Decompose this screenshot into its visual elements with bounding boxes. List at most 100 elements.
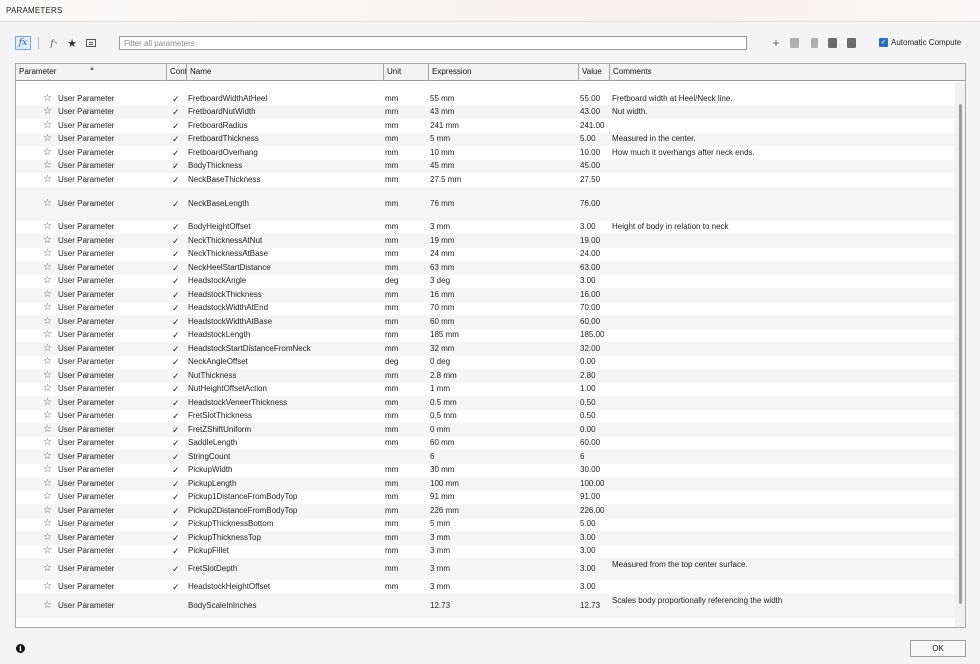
parameter-name-cell[interactable]: HeadstockLength (188, 330, 250, 339)
favorite-star-icon[interactable]: ☆ (43, 451, 52, 462)
table-row[interactable]: ☆ User Parameter ✓ HeadstockThickness mm 16 m… (16, 288, 955, 302)
parameter-name-cell[interactable]: BodyThickness (188, 161, 242, 170)
table-row[interactable]: ☆ User Parameter ✓ Pickup2DistanceFromBodyT… (16, 504, 955, 518)
column-header-parameter[interactable]: Parameter ▲ (16, 64, 167, 81)
favorite-star-icon[interactable]: ☆ (43, 581, 52, 592)
table-row[interactable]: ☆ User Parameter ✓ PickupFillet mm 3 mm 3.00 (16, 545, 955, 559)
table-row[interactable]: ☆ User Parameter ✓ FretSlotDepth mm 3 mm 3.00 M… (16, 558, 955, 580)
expression-cell[interactable]: 0.5 mm (430, 398, 457, 407)
favorite-star-icon[interactable]: ☆ (43, 275, 52, 286)
parameter-name-cell[interactable]: HeadstockStartDistanceFromNeck (188, 344, 311, 353)
parameter-name-cell[interactable]: PickupFillet (188, 546, 229, 555)
table-row[interactable]: ☆ User Parameter ✓ FretboardThickness mm 5 mm… (16, 132, 955, 146)
favorite-star-icon[interactable]: ☆ (43, 133, 52, 144)
table-row[interactable]: ☆ User Parameter ✓ HeadstockVeneerThickness… (16, 396, 955, 410)
parameter-name-cell[interactable]: FretboardWidthAtHeel (188, 94, 267, 103)
parameter-name-cell[interactable]: NeckThicknessAtBase (188, 249, 268, 258)
favorite-star-icon[interactable]: ☆ (43, 235, 52, 246)
table-row[interactable]: ☆ User Parameter ✓ HeadstockLength mm 185 mm 1… (16, 329, 955, 343)
table-row[interactable]: ☆ User Parameter ✓ HeadstockStartDistanceFr… (16, 342, 955, 356)
fx-filter-icon[interactable]: fx (15, 36, 31, 50)
table-row[interactable]: ☆ User Parameter ✓ NutThickness mm 2.8 mm 2.80 (16, 369, 955, 383)
table-row[interactable]: ☆ User Parameter ✓ FretboardNutWidth mm 43 mm… (16, 105, 955, 119)
expression-cell[interactable]: 30 mm (430, 465, 454, 474)
favorite-star-icon[interactable]: ☆ (43, 563, 52, 574)
delete-parameter-icon[interactable] (808, 36, 820, 50)
expression-cell[interactable]: 3 mm (430, 564, 450, 573)
favorite-star-icon[interactable]: ☆ (43, 302, 52, 313)
add-parameter-icon[interactable]: + (770, 36, 782, 50)
parameter-name-cell[interactable]: FretboardThickness (188, 134, 259, 143)
parameter-name-cell[interactable]: StringCount (188, 452, 230, 461)
export-parameters-icon[interactable] (845, 36, 857, 50)
expression-cell[interactable]: 185 mm (430, 330, 459, 339)
comment-cell[interactable]: Nut width. (612, 107, 648, 116)
table-row[interactable]: ☆ User Parameter ✓ NeckHeelStartDistance mm 6… (16, 261, 955, 275)
favorite-star-icon[interactable]: ☆ (43, 383, 52, 394)
parameter-name-cell[interactable]: HeadstockWidthAtBase (188, 317, 272, 326)
copy-parameter-icon[interactable] (788, 36, 800, 50)
parameter-name-cell[interactable]: NeckAngleOffset (188, 357, 248, 366)
comments-filter-icon[interactable] (85, 36, 97, 50)
expression-cell[interactable]: 16 mm (430, 290, 454, 299)
user-parameters-filter-icon[interactable]: f ↘ (47, 36, 61, 50)
expression-cell[interactable]: 19 mm (430, 236, 454, 245)
expression-cell[interactable]: 2.8 mm (430, 371, 457, 380)
expression-cell[interactable]: 24 mm (430, 249, 454, 258)
expression-cell[interactable]: 3 mm (430, 546, 450, 555)
table-row[interactable]: ☆ User Parameter ✓ FretZShiftUniform mm 0 mm 0… (16, 423, 955, 437)
automatic-compute-toggle[interactable]: ✓ Automatic Compute (879, 38, 961, 47)
comment-cell[interactable]: Scales body proportionally referencing t… (612, 596, 782, 605)
table-row[interactable]: ☆ User Parameter ✓ NeckBaseThickness mm 27.5 … (16, 173, 955, 187)
expression-cell[interactable]: 3 mm (430, 222, 450, 231)
table-row[interactable]: ☆ User Parameter ✓ HeadstockHeightOffset mm 3… (16, 580, 955, 594)
comment-cell[interactable]: Measured from the top center surface. (612, 560, 748, 569)
expression-cell[interactable]: 3 mm (430, 582, 450, 591)
favorite-star-icon[interactable]: ☆ (43, 198, 52, 209)
favorite-star-icon[interactable]: ☆ (43, 120, 52, 131)
parameter-name-cell[interactable]: NeckThicknessAtNut (188, 236, 262, 245)
favorite-star-icon[interactable]: ☆ (43, 518, 52, 529)
favorite-star-icon[interactable]: ☆ (43, 248, 52, 259)
table-row[interactable]: ☆ User Parameter ✓ FretboardWidthAtHeel mm 55… (16, 92, 955, 106)
favorite-star-icon[interactable]: ☆ (43, 437, 52, 448)
parameter-name-cell[interactable]: PickupThicknessTop (188, 533, 261, 542)
favorite-star-icon[interactable]: ☆ (43, 316, 52, 327)
expression-cell[interactable]: 1 mm (430, 384, 450, 393)
table-row[interactable]: ☆ User Parameter ✓ FretSlotThickness mm 0.5 m… (16, 410, 955, 424)
table-row[interactable]: ☆ User Parameter ✓ BodyThickness mm 45 mm 45.0… (16, 159, 955, 173)
favorite-star-icon[interactable]: ☆ (43, 397, 52, 408)
parameter-name-cell[interactable]: NutThickness (188, 371, 236, 380)
column-header-comments[interactable]: Comments (610, 64, 965, 81)
comment-cell[interactable]: Fretboard width at Heel/Neck line. (612, 94, 733, 103)
comment-cell[interactable]: Height of body in relation to neck (612, 222, 729, 231)
expression-cell[interactable]: 70 mm (430, 303, 454, 312)
parameter-name-cell[interactable]: FretboardRadius (188, 121, 248, 130)
column-header-unit[interactable]: Unit (384, 64, 429, 81)
expression-cell[interactable]: 100 mm (430, 479, 459, 488)
table-row[interactable]: ☆ User Parameter ✓ SaddleLength mm 60 mm 60.00 (16, 437, 955, 451)
favorite-star-icon[interactable]: ☆ (43, 410, 52, 421)
table-row[interactable]: ☆ User Parameter ✓ PickupLength mm 100 mm 100.… (16, 477, 955, 491)
favorite-star-icon[interactable]: ☆ (43, 464, 52, 475)
parameter-name-cell[interactable]: FretboardOverhang (188, 148, 258, 157)
parameter-name-cell[interactable]: FretSlotThickness (188, 411, 252, 420)
vertical-scrollbar[interactable] (955, 82, 965, 627)
expression-cell[interactable]: 0 deg (430, 357, 450, 366)
favorite-star-icon[interactable]: ☆ (43, 329, 52, 340)
table-row[interactable]: ☆ User Parameter ✓ HeadstockAngle deg 3 deg 3.… (16, 275, 955, 289)
parameter-name-cell[interactable]: FretZShiftUniform (188, 425, 251, 434)
expression-cell[interactable]: 60 mm (430, 317, 454, 326)
parameter-name-cell[interactable]: PickupLength (188, 479, 236, 488)
favorite-star-icon[interactable]: ☆ (43, 174, 52, 185)
favorite-star-icon[interactable]: ☆ (43, 343, 52, 354)
favorite-star-icon[interactable]: ☆ (43, 147, 52, 158)
expression-cell[interactable]: 241 mm (430, 121, 459, 130)
parameter-name-cell[interactable]: BodyHeightOffset (188, 222, 251, 231)
import-parameters-icon[interactable] (826, 36, 838, 50)
favorites-filter-star-icon[interactable]: ★ (66, 36, 78, 50)
parameter-name-cell[interactable]: NutHeightOffsetAction (188, 384, 267, 393)
favorite-star-icon[interactable]: ☆ (43, 600, 52, 611)
parameter-name-cell[interactable]: PickupThicknessBottom (188, 519, 273, 528)
favorite-star-icon[interactable]: ☆ (43, 478, 52, 489)
